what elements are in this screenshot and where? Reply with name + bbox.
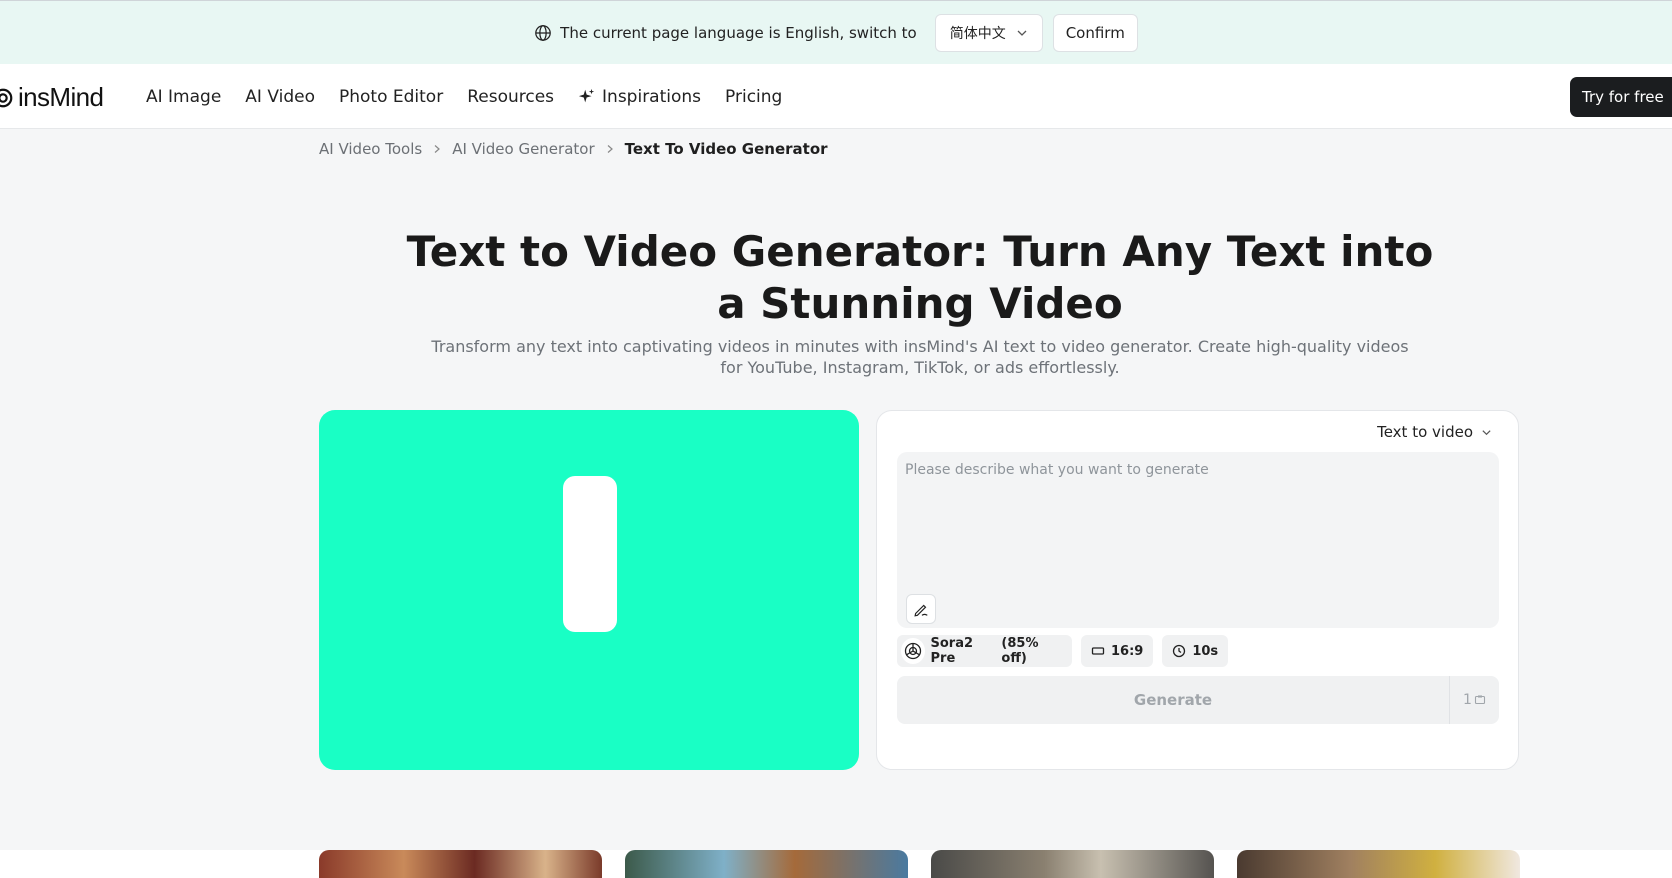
ai-write-button[interactable]: [906, 594, 936, 624]
generation-options: Sora2 Pre (85% off) 16:9 10s: [897, 635, 1229, 667]
nav-item-pricing[interactable]: Pricing: [725, 87, 782, 107]
example-gallery: [0, 850, 1672, 878]
language-message-text: The current page language is English, sw…: [560, 23, 917, 42]
page-title: Text to Video Generator: Turn Any Text i…: [406, 227, 1434, 328]
mode-select[interactable]: Text to video: [1377, 423, 1492, 441]
model-selector[interactable]: Sora2 Pre (85% off): [897, 635, 1072, 667]
nav-item-ai-image[interactable]: AI Image: [146, 87, 221, 107]
generate-row: Generate 1: [897, 676, 1499, 724]
breadcrumb: AI Video Tools AI Video Generator Text T…: [319, 140, 828, 158]
page-subtitle: Transform any text into captivating vide…: [431, 337, 1409, 377]
credit-cost: 1: [1449, 676, 1499, 724]
language-banner: The current page language is English, sw…: [0, 0, 1672, 64]
credit-cost-value: 1: [1463, 692, 1472, 708]
breadcrumb-current: Text To Video Generator: [624, 140, 828, 158]
breadcrumb-ai-video-generator[interactable]: AI Video Generator: [452, 140, 594, 158]
preview-placeholder-shape: [563, 476, 617, 632]
logo-text: insMind: [18, 82, 104, 112]
try-for-free-button[interactable]: Try for free: [1570, 77, 1672, 117]
logo-mark-icon: [0, 88, 13, 107]
language-message: The current page language is English, sw…: [534, 24, 917, 42]
example-thumbnail[interactable]: [319, 850, 602, 878]
model-discount: (85% off): [1001, 636, 1039, 666]
duration-selector[interactable]: 10s: [1162, 635, 1229, 667]
language-select[interactable]: 简体中文: [934, 13, 1043, 52]
example-thumbnail[interactable]: [1237, 850, 1520, 878]
aspect-ratio-selector[interactable]: 16:9: [1081, 635, 1154, 667]
duration-value: 10s: [1192, 643, 1219, 659]
chevron-right-icon: [434, 145, 441, 153]
confirm-language-button[interactable]: Confirm: [1052, 13, 1138, 52]
credit-icon: [1474, 695, 1486, 705]
language-select-value: 简体中文: [949, 25, 1006, 42]
openai-icon: [904, 642, 921, 660]
model-name: Sora2 Pre: [930, 636, 974, 666]
sparkle-icon: [578, 88, 595, 102]
top-navbar: insMind AI Image AI Video Photo Editor R…: [0, 64, 1672, 129]
generate-button[interactable]: Generate: [897, 676, 1449, 724]
ai-write-icon: [914, 604, 928, 617]
example-thumbnail[interactable]: [625, 850, 908, 878]
aspect-ratio-icon: [1091, 647, 1105, 655]
video-preview: [319, 410, 859, 770]
nav-item-photo-editor[interactable]: Photo Editor: [339, 87, 443, 107]
logo[interactable]: insMind: [0, 82, 104, 113]
prompt-area: [897, 452, 1499, 628]
mode-select-value: Text to video: [1377, 423, 1473, 441]
chevron-right-icon: [607, 145, 613, 153]
model-logo: [901, 638, 925, 664]
nav-item-inspirations[interactable]: Inspirations: [578, 87, 701, 107]
nav-menu: AI Image AI Video Photo Editor Resources…: [146, 64, 782, 129]
prompt-input[interactable]: [897, 452, 1499, 572]
nav-item-resources[interactable]: Resources: [467, 87, 554, 107]
breadcrumb-ai-video-tools[interactable]: AI Video Tools: [319, 140, 422, 158]
nav-item-inspirations-label: Inspirations: [602, 86, 702, 107]
generator-panel: Text to video Sora2 Pre (85% off) 16:9: [876, 410, 1519, 770]
globe-icon: [535, 24, 551, 41]
chevron-down-icon: [1017, 30, 1027, 36]
clock-icon: [1173, 644, 1186, 658]
chevron-down-icon: [1482, 429, 1491, 435]
example-thumbnail[interactable]: [931, 850, 1214, 878]
nav-item-ai-video[interactable]: AI Video: [245, 87, 315, 107]
aspect-ratio-value: 16:9: [1111, 643, 1144, 659]
